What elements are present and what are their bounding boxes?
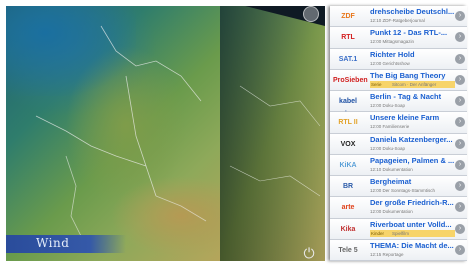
- program-subtitle: 12:00 Der Sonntags-Stammtisch: [370, 188, 436, 193]
- program-subtitle: 12:00 Familienserie: [370, 124, 410, 130]
- program-title: Richter Hold: [370, 49, 415, 59]
- program-title: THEMA: Die Macht de...: [370, 240, 454, 250]
- disclosure-arrow-icon[interactable]: ›: [455, 53, 465, 64]
- channel-logo: RTL: [341, 34, 355, 42]
- channel-logo: SAT.1: [338, 55, 358, 63]
- program-title: Unsere kleine Farm: [370, 113, 440, 123]
- program-row[interactable]: KiKA Papageien, Palmen & ... 12:10 Dokumen…: [330, 154, 467, 176]
- program-subtitle: 12:00 Mittagsmagazin: [370, 39, 415, 45]
- program-title: Punkt 12 - Das RTL-...: [370, 28, 448, 38]
- program-subtitle: 12:00 Doku-Soap: [370, 145, 406, 151]
- program-subtitle: 12:00 Gerichtsshow: [370, 60, 410, 66]
- disclosure-arrow-icon[interactable]: ›: [455, 159, 465, 170]
- program-row[interactable]: ZDF drehscheibe Deutschl... 12:10 ZDF-Ratg…: [330, 6, 467, 28]
- program-subtitle: Spielfilm: [392, 230, 410, 236]
- channel-logo: ZDF: [341, 13, 355, 20]
- disclosure-arrow-icon[interactable]: ›: [455, 74, 465, 85]
- program-subtitle: 12:10 ZDF-Ratgeberjournal: [370, 18, 425, 23]
- program-title: Bergheimat: [370, 177, 412, 186]
- disclosure-arrow-icon[interactable]: ›: [455, 32, 465, 43]
- program-subtitle: 12:00 Doku-Soap: [370, 103, 406, 108]
- disclosure-arrow-icon[interactable]: ›: [455, 138, 465, 149]
- channel-logo: RTL II: [338, 119, 358, 127]
- weather-map[interactable]: Wind: [6, 6, 220, 261]
- program-row[interactable]: RTL II Unsere kleine Farm 12:00 Familiense…: [330, 112, 467, 134]
- program-row[interactable]: RTL Punkt 12 - Das RTL-... 12:00 Mittagsma…: [330, 27, 467, 49]
- channel-logo: BR: [342, 183, 354, 190]
- program-title: Daniela Katzenberger...: [370, 134, 453, 144]
- program-row[interactable]: Kika Riverboat unter Volld... Kinder Spielf…: [330, 218, 467, 240]
- disclosure-arrow-icon[interactable]: ›: [455, 223, 465, 234]
- program-subtitle: 12:15 Reportage: [370, 251, 404, 257]
- disclosure-arrow-icon[interactable]: ›: [455, 181, 465, 191]
- channel-logo: arte: [341, 204, 355, 212]
- program-title: drehscheibe Deutschl...: [370, 7, 454, 16]
- program-title: Riverboat unter Volld...: [370, 219, 452, 229]
- country-borders: [35, 25, 207, 247]
- channel-logo: Kika: [340, 225, 356, 233]
- program-title: Der große Friedrich-R...: [370, 198, 454, 208]
- channel-logo: Tele 5: [338, 246, 358, 254]
- disclosure-arrow-icon[interactable]: ›: [455, 117, 465, 128]
- program-row[interactable]: Tele 5 THEMA: Die Macht de... 12:15 Report…: [330, 239, 467, 261]
- channel-logo: kabel eins: [339, 98, 357, 118]
- program-subtitle: 12:10 Dokumentation: [370, 166, 413, 172]
- disclosure-arrow-icon[interactable]: ›: [455, 96, 465, 106]
- program-row[interactable]: kabel eins Berlin - Tag & Nacht 12:00 Doku…: [330, 91, 467, 118]
- program-list[interactable]: ZDF drehscheibe Deutschl... 12:10 ZDF-Ratg…: [330, 6, 467, 261]
- program-row[interactable]: arte Der große Friedrich-R... 12:00 Dokume…: [330, 197, 467, 219]
- program-title: Papageien, Palmen & ...: [370, 155, 454, 165]
- channel-logo: KiKA: [339, 161, 357, 169]
- channel-logo: VOX: [340, 140, 356, 148]
- program-row[interactable]: VOX Daniela Katzenberger... 12:00 Doku-Soa…: [330, 133, 467, 155]
- slider-handle-icon[interactable]: [303, 6, 319, 22]
- program-row[interactable]: BR Bergheimat 12:00 Der Sonntags-Stammtisc…: [330, 176, 467, 198]
- folded-map-graphic: [220, 6, 325, 261]
- folded-map-panel: [220, 6, 325, 261]
- disclosure-arrow-icon[interactable]: ›: [455, 202, 465, 213]
- disclosure-arrow-icon[interactable]: ›: [455, 11, 465, 21]
- power-icon[interactable]: ⏻: [300, 244, 318, 262]
- program-row[interactable]: ProSieben The Big Bang Theory Serie Sitcom …: [330, 69, 467, 91]
- program-subtitle: 12:00 Dokumentation: [370, 209, 413, 215]
- program-title: The Big Bang Theory: [370, 70, 446, 80]
- wind-overlay-bar[interactable]: Wind: [6, 235, 126, 253]
- disclosure-arrow-icon[interactable]: ›: [455, 244, 465, 255]
- wind-label: Wind: [36, 236, 70, 250]
- channel-logo: ProSieben: [333, 76, 368, 84]
- program-title: Berlin - Tag & Nacht: [370, 92, 442, 101]
- program-row[interactable]: SAT.1 Richter Hold 12:00 Gerichtsshow ›: [330, 48, 467, 70]
- program-subtitle: Sitcom · Der Anfänger: [392, 81, 437, 87]
